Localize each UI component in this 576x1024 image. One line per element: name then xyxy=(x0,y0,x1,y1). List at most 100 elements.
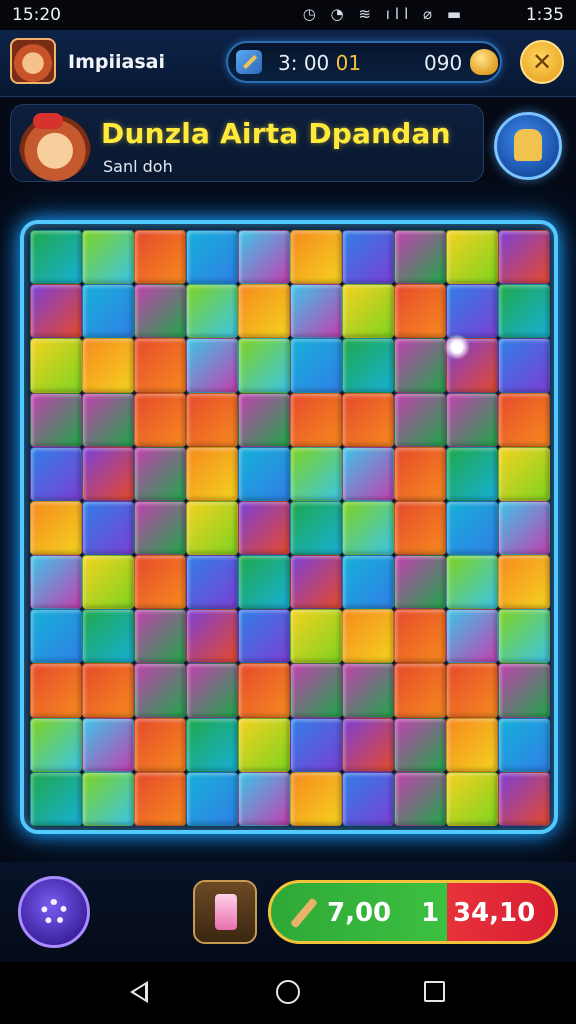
puzzle-piece[interactable] xyxy=(82,284,134,339)
puzzle-piece[interactable] xyxy=(186,609,238,664)
puzzle-piece[interactable] xyxy=(342,446,394,501)
puzzle-piece[interactable] xyxy=(394,717,446,772)
puzzle-piece[interactable] xyxy=(342,717,394,772)
puzzle-piece[interactable] xyxy=(394,500,446,556)
puzzle-piece[interactable] xyxy=(394,284,446,339)
puzzle-piece[interactable] xyxy=(446,663,498,718)
puzzle-piece[interactable] xyxy=(134,284,186,339)
puzzle-piece[interactable] xyxy=(82,663,134,718)
puzzle-piece[interactable] xyxy=(30,500,82,556)
puzzle-piece[interactable] xyxy=(186,392,238,447)
puzzle-piece[interactable] xyxy=(498,446,550,501)
puzzle-piece[interactable] xyxy=(238,392,290,447)
puzzle-piece[interactable] xyxy=(238,446,290,501)
puzzle-piece[interactable] xyxy=(82,392,134,447)
puzzle-piece[interactable] xyxy=(446,609,498,664)
puzzle-piece[interactable] xyxy=(342,771,394,826)
player-avatar[interactable] xyxy=(10,38,56,84)
puzzle-piece[interactable] xyxy=(342,284,394,339)
puzzle-piece[interactable] xyxy=(186,230,238,285)
hint-button[interactable] xyxy=(494,112,562,180)
puzzle-piece[interactable] xyxy=(394,555,446,610)
puzzle-piece[interactable] xyxy=(290,338,342,393)
puzzle-piece[interactable] xyxy=(498,771,550,826)
puzzle-piece[interactable] xyxy=(290,500,342,556)
puzzle-piece[interactable] xyxy=(134,555,186,610)
puzzle-piece[interactable] xyxy=(446,338,498,393)
puzzle-piece[interactable] xyxy=(30,771,82,826)
puzzle-piece[interactable] xyxy=(134,500,186,556)
puzzle-piece[interactable] xyxy=(186,338,238,393)
puzzle-piece[interactable] xyxy=(446,500,498,556)
puzzle-piece[interactable] xyxy=(498,717,550,772)
puzzle-piece[interactable] xyxy=(134,392,186,447)
puzzle-piece[interactable] xyxy=(498,500,550,556)
puzzle-piece[interactable] xyxy=(186,446,238,501)
puzzle-piece[interactable] xyxy=(446,717,498,772)
puzzle-piece[interactable] xyxy=(30,392,82,447)
puzzle-piece[interactable] xyxy=(290,663,342,718)
puzzle-piece[interactable] xyxy=(30,284,82,339)
settings-button[interactable] xyxy=(18,876,90,948)
puzzle-piece[interactable] xyxy=(82,717,134,772)
puzzle-piece[interactable] xyxy=(290,609,342,664)
puzzle-piece[interactable] xyxy=(290,230,342,285)
puzzle-piece[interactable] xyxy=(82,230,134,285)
puzzle-piece[interactable] xyxy=(394,609,446,664)
puzzle-piece[interactable] xyxy=(186,771,238,826)
puzzle-piece[interactable] xyxy=(134,338,186,393)
puzzle-piece[interactable] xyxy=(238,771,290,826)
puzzle-piece[interactable] xyxy=(342,338,394,393)
puzzle-piece[interactable] xyxy=(394,771,446,826)
puzzle-piece[interactable] xyxy=(342,230,394,285)
puzzle-piece[interactable] xyxy=(498,392,550,447)
recent-apps-icon[interactable] xyxy=(424,981,445,1002)
puzzle-piece[interactable] xyxy=(394,392,446,447)
puzzle-piece[interactable] xyxy=(186,717,238,772)
puzzle-piece[interactable] xyxy=(342,555,394,610)
home-icon[interactable] xyxy=(276,980,300,1004)
puzzle-piece[interactable] xyxy=(446,230,498,285)
puzzle-piece[interactable] xyxy=(30,338,82,393)
puzzle-piece[interactable] xyxy=(238,338,290,393)
puzzle-piece[interactable] xyxy=(498,230,550,285)
puzzle-piece[interactable] xyxy=(238,609,290,664)
puzzle-piece[interactable] xyxy=(498,663,550,718)
puzzle-piece[interactable] xyxy=(290,717,342,772)
puzzle-piece[interactable] xyxy=(342,392,394,447)
puzzle-piece[interactable] xyxy=(238,500,290,556)
puzzle-piece[interactable] xyxy=(498,609,550,664)
puzzle-piece[interactable] xyxy=(290,392,342,447)
puzzle-piece[interactable] xyxy=(30,609,82,664)
puzzle-piece[interactable] xyxy=(186,500,238,556)
puzzle-piece[interactable] xyxy=(134,771,186,826)
puzzle-piece[interactable] xyxy=(498,555,550,610)
piece-tool-button[interactable] xyxy=(193,880,257,944)
puzzle-piece[interactable] xyxy=(82,446,134,501)
puzzle-piece[interactable] xyxy=(394,663,446,718)
puzzle-piece[interactable] xyxy=(394,446,446,501)
puzzle-piece[interactable] xyxy=(290,284,342,339)
puzzle-piece[interactable] xyxy=(238,663,290,718)
puzzle-piece[interactable] xyxy=(342,609,394,664)
puzzle-piece[interactable] xyxy=(30,717,82,772)
back-icon[interactable] xyxy=(130,981,148,1003)
puzzle-piece[interactable] xyxy=(498,284,550,339)
puzzle-piece[interactable] xyxy=(30,663,82,718)
puzzle-piece[interactable] xyxy=(446,392,498,447)
puzzle-piece[interactable] xyxy=(446,771,498,826)
puzzle-piece[interactable] xyxy=(498,338,550,393)
puzzle-piece[interactable] xyxy=(238,284,290,339)
puzzle-piece[interactable] xyxy=(30,446,82,501)
puzzle-piece[interactable] xyxy=(186,663,238,718)
puzzle-piece[interactable] xyxy=(446,446,498,501)
puzzle-piece[interactable] xyxy=(134,663,186,718)
puzzle-piece[interactable] xyxy=(82,338,134,393)
puzzle-piece[interactable] xyxy=(290,555,342,610)
puzzle-piece[interactable] xyxy=(342,500,394,556)
puzzle-piece[interactable] xyxy=(446,284,498,339)
puzzle-piece[interactable] xyxy=(82,555,134,610)
puzzle-piece[interactable] xyxy=(394,230,446,285)
puzzle-piece[interactable] xyxy=(238,555,290,610)
puzzle-piece[interactable] xyxy=(30,230,82,285)
